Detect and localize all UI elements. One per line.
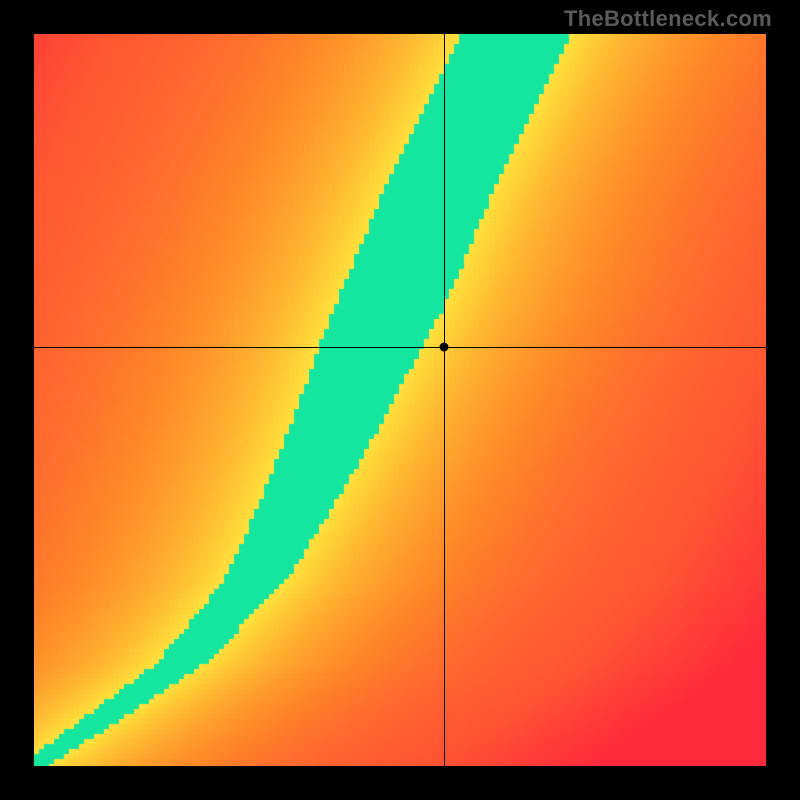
heatmap-plot bbox=[34, 34, 766, 766]
figure-frame: TheBottleneck.com bbox=[0, 0, 800, 800]
watermark-text: TheBottleneck.com bbox=[564, 6, 772, 32]
heatmap-canvas bbox=[34, 34, 766, 766]
